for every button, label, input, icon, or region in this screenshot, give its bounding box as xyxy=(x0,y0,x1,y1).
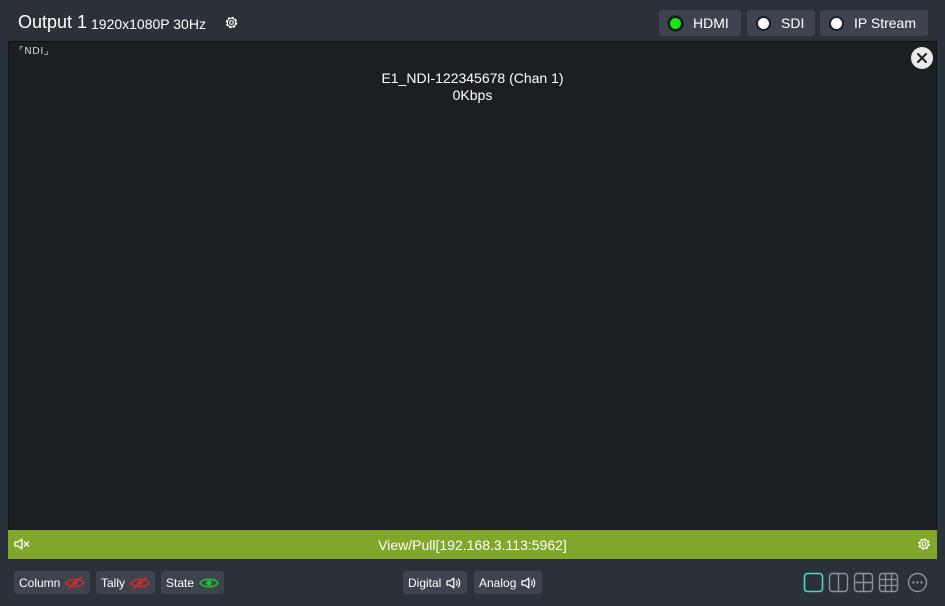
settings-gear-icon[interactable] xyxy=(223,14,240,31)
source-name: E1_NDI-122345678 (Chan 1) xyxy=(381,70,564,86)
column-toggle-button[interactable]: Column xyxy=(14,571,90,594)
close-button[interactable] xyxy=(911,47,933,69)
hdmi-radio-indicator xyxy=(668,15,683,31)
state-toggle-button[interactable]: State xyxy=(161,571,224,594)
eye-slash-icon xyxy=(130,575,150,590)
source-bitrate: 0Kbps xyxy=(452,87,493,103)
ndi-tag: ⌜NDI⌟ xyxy=(19,46,50,57)
bottom-toolbar: Column Tally State Digital Analog xyxy=(0,560,945,606)
column-label: Column xyxy=(19,575,61,590)
video-preview[interactable]: ⌜NDI⌟ E1_NDI-122345678 (Chan 1) 0Kbps xyxy=(8,41,937,531)
output-title: Output 1 xyxy=(18,12,88,32)
output-panel: Output 1 1920x1080P 30Hz HDMI SDI IP Str… xyxy=(0,0,945,606)
ndi-tag-text: NDI xyxy=(24,46,44,57)
speaker-icon xyxy=(446,576,461,589)
state-label: State xyxy=(166,575,195,590)
analog-label: Analog xyxy=(479,575,517,590)
layout-single-icon[interactable] xyxy=(803,572,824,593)
layout-nine-icon[interactable] xyxy=(878,572,899,593)
output-ip-stream-button[interactable]: IP Stream xyxy=(820,10,928,36)
layout-quad-icon[interactable] xyxy=(853,572,874,593)
digital-audio-button[interactable]: Digital xyxy=(403,571,467,594)
output-resolution: 1920x1080P 30Hz xyxy=(91,16,206,32)
eye-slash-icon xyxy=(65,576,85,589)
analog-audio-button[interactable]: Analog xyxy=(474,571,542,594)
eye-icon xyxy=(199,577,219,588)
output-hdmi-button[interactable]: HDMI xyxy=(659,10,741,36)
status-settings-gear-icon[interactable] xyxy=(916,536,932,552)
ip-stream-radio-indicator xyxy=(829,15,844,31)
output-hdmi-label: HDMI xyxy=(693,15,729,31)
output-sdi-label: SDI xyxy=(781,15,805,31)
speaker-icon xyxy=(521,576,536,589)
status-bar: View/Pull[192.168.3.113:5962] xyxy=(8,530,937,559)
layout-split-icon[interactable] xyxy=(828,572,849,593)
output-ip-stream-label: IP Stream xyxy=(854,15,916,31)
tally-label: Tally xyxy=(101,575,126,590)
digital-label: Digital xyxy=(408,575,442,590)
status-text: View/Pull[192.168.3.113:5962] xyxy=(378,537,567,553)
close-icon xyxy=(917,53,927,63)
more-options-icon[interactable] xyxy=(907,572,928,593)
header: Output 1 1920x1080P 30Hz HDMI SDI IP Str… xyxy=(0,0,945,42)
tally-toggle-button[interactable]: Tally xyxy=(96,571,155,594)
sdi-radio-indicator xyxy=(756,15,771,31)
output-sdi-button[interactable]: SDI xyxy=(747,10,815,36)
